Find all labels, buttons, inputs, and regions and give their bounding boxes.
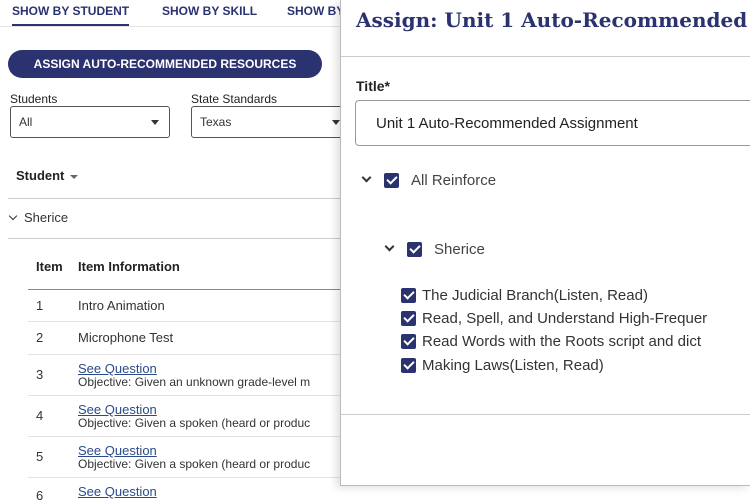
chevron-down-icon — [332, 120, 340, 125]
modal-footer-divider — [341, 414, 750, 415]
tree-item[interactable]: Making Laws(Listen, Read) — [401, 357, 604, 374]
state-standards-label: State Standards — [191, 92, 278, 106]
see-question-link[interactable]: See Question — [78, 402, 157, 417]
tree-label-student: Sherice — [434, 241, 485, 258]
see-question-link[interactable]: See Question — [78, 361, 157, 376]
tree-item-label: Read, Spell, and Understand High-Frequer — [422, 310, 708, 327]
chevron-down-icon — [8, 211, 18, 221]
assign-modal: Assign: Unit 1 Auto-Recommended Title* A… — [340, 0, 750, 486]
tree-label-all-reinforce: All Reinforce — [411, 172, 497, 189]
tab-show-by-skill[interactable]: SHOW BY SKILL — [162, 0, 257, 26]
students-filter-label: Students — [10, 92, 58, 106]
row-number: 2 — [36, 330, 44, 345]
students-select[interactable]: All — [10, 106, 170, 138]
row-objective: Objective: Given a spoken (heard or prod… — [78, 457, 311, 471]
student-group-sherice[interactable]: Sherice — [8, 210, 69, 225]
student-header-label: Student — [16, 168, 65, 183]
sort-caret-icon — [70, 174, 79, 179]
student-group-label: Sherice — [24, 210, 69, 225]
row-number: 6 — [36, 488, 44, 500]
row-item-info: Microphone Test — [78, 330, 174, 345]
row-divider — [28, 436, 340, 437]
chevron-down-icon[interactable] — [361, 172, 372, 183]
tree-item[interactable]: The Judicial Branch(Listen, Read) — [401, 287, 648, 304]
modal-header-divider — [341, 56, 750, 57]
tree-item-label: Making Laws(Listen, Read) — [422, 357, 604, 374]
checkbox-checked-icon[interactable] — [401, 288, 416, 303]
tree-item[interactable]: Read, Spell, and Understand High-Frequer — [401, 310, 707, 327]
checkbox-checked-icon[interactable] — [401, 311, 416, 326]
see-question-link[interactable]: See Question — [78, 443, 157, 458]
row-divider — [28, 395, 340, 396]
title-field-label: Title* — [356, 78, 390, 94]
tree-item-label: Read Words with the Roots script and dic… — [422, 333, 702, 350]
chevron-down-icon — [151, 120, 159, 125]
state-standards-value: Texas — [200, 115, 232, 129]
state-standards-select[interactable]: Texas — [191, 106, 351, 138]
row-number: 4 — [36, 408, 44, 423]
student-column-header[interactable]: Student — [16, 168, 79, 183]
header-divider — [8, 198, 340, 199]
assignment-title-input[interactable] — [355, 100, 750, 146]
item-column-header: Item — [36, 259, 63, 274]
row-number: 1 — [36, 298, 44, 313]
checkbox-checked-icon[interactable] — [401, 358, 416, 373]
chevron-down-icon[interactable] — [384, 241, 395, 252]
tree-row-all-reinforce: All Reinforce — [361, 172, 497, 189]
table-header-divider — [28, 289, 340, 290]
see-question-link[interactable]: See Question — [78, 484, 157, 499]
row-objective: Objective: Given a spoken (heard or prod… — [78, 416, 311, 430]
tree-row-student: Sherice — [384, 241, 485, 258]
assign-auto-recommended-button[interactable]: ASSIGN AUTO-RECOMMENDED RESOURCES — [8, 50, 322, 78]
tabs-divider — [0, 26, 340, 27]
row-number: 5 — [36, 449, 44, 464]
tree-item[interactable]: Read Words with the Roots script and dic… — [401, 333, 701, 350]
view-tabs: SHOW BY STUDENT SHOW BY SKILL SHOW BY — [0, 0, 360, 26]
item-info-column-header: Item Information — [78, 259, 180, 274]
tab-show-by-other[interactable]: SHOW BY — [287, 0, 344, 26]
checkbox-checked-icon[interactable] — [407, 242, 422, 257]
row-divider — [28, 354, 340, 355]
tab-show-by-student[interactable]: SHOW BY STUDENT — [12, 0, 130, 26]
checkbox-checked-icon[interactable] — [384, 173, 399, 188]
row-item-info: Intro Animation — [78, 298, 165, 313]
modal-title: Assign: Unit 1 Auto-Recommended — [356, 8, 748, 32]
row-divider — [28, 321, 340, 322]
row-objective: Objective: Given an unknown grade-level … — [78, 375, 311, 389]
students-select-value: All — [19, 115, 33, 129]
checkbox-checked-icon[interactable] — [401, 334, 416, 349]
row-number: 3 — [36, 367, 44, 382]
row-divider — [28, 477, 340, 478]
tree-item-label: The Judicial Branch(Listen, Read) — [422, 287, 648, 304]
group-divider — [8, 238, 340, 239]
